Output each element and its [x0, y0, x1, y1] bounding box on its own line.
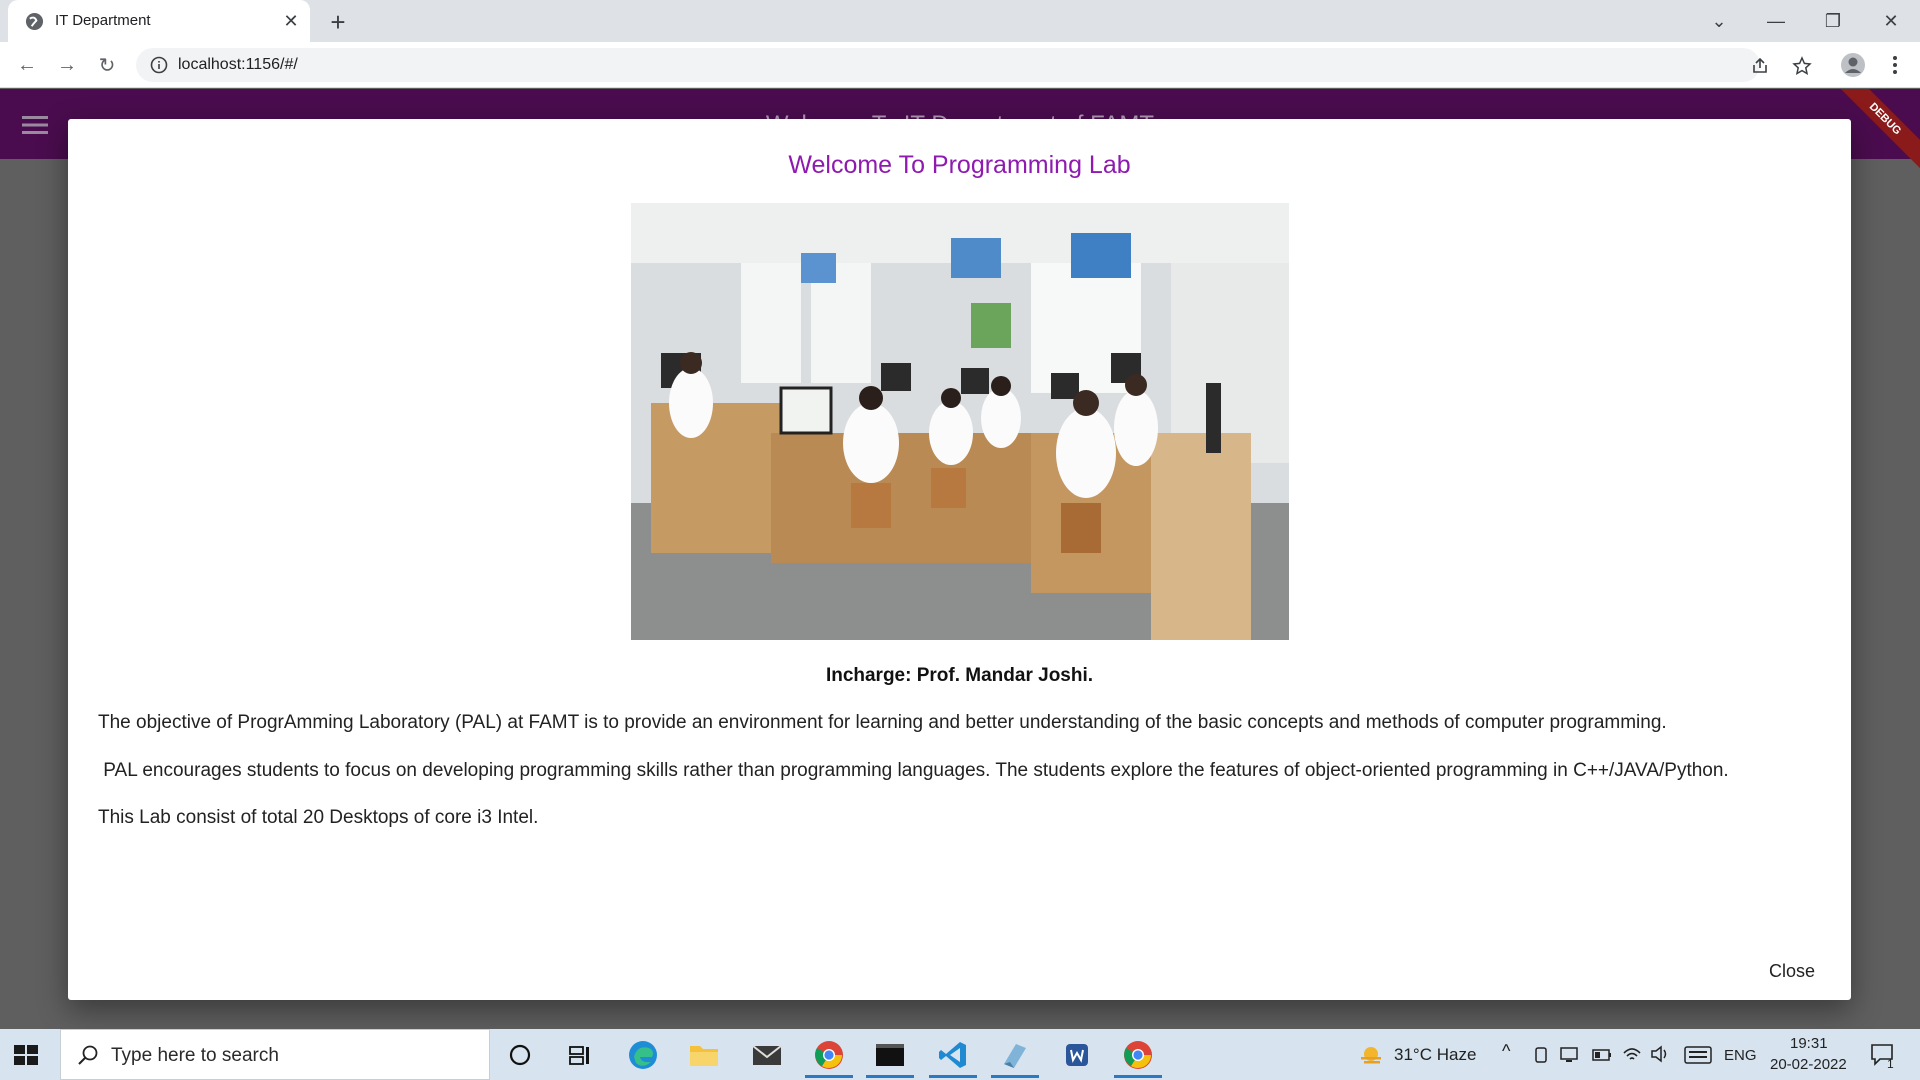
task-view-icon[interactable]: [552, 1032, 608, 1078]
running-indicator: [991, 1075, 1039, 1078]
display-icon[interactable]: [1560, 1046, 1578, 1064]
new-tab-button[interactable]: +: [324, 7, 352, 37]
chevron-up-icon[interactable]: ^: [1502, 1041, 1510, 1062]
address-bar[interactable]: localhost:1156/#/: [136, 48, 1767, 82]
battery-icon[interactable]: [1592, 1048, 1612, 1062]
running-indicator: [866, 1075, 914, 1078]
dialog-title: Welcome To Programming Lab: [788, 151, 1131, 179]
close-button[interactable]: Close: [1769, 961, 1815, 982]
running-indicator: [929, 1075, 977, 1078]
tab-close-icon[interactable]: ✕: [280, 10, 302, 32]
reload-button[interactable]: ↻: [92, 50, 122, 80]
windows-start-icon[interactable]: [12, 1041, 40, 1069]
taskbar-search-box[interactable]: Type here to search: [60, 1029, 490, 1080]
clock-date[interactable]: 20-02-2022: [1770, 1056, 1847, 1073]
forward-button[interactable]: →: [52, 50, 82, 80]
chrome-icon-active[interactable]: [1110, 1032, 1166, 1078]
share-icon[interactable]: [1750, 56, 1770, 76]
url-text: localhost:1156/#/: [178, 56, 298, 73]
browser-tabstrip: IT Department ✕ + ⌄ — ❐ ✕: [0, 0, 1920, 42]
language-indicator[interactable]: ENG: [1724, 1047, 1757, 1064]
page-viewport: Welcome To IT Department of FAMT DEBUG W…: [0, 89, 1920, 1029]
minimize-button[interactable]: —: [1761, 6, 1791, 36]
tab-search-icon[interactable]: ⌄: [1704, 6, 1734, 36]
incharge-text: Incharge: Prof. Mandar Joshi.: [825, 665, 1094, 686]
site-info-icon[interactable]: [150, 56, 168, 74]
back-button[interactable]: ←: [12, 50, 42, 80]
word-icon[interactable]: [1049, 1032, 1105, 1078]
wifi-icon[interactable]: [1622, 1044, 1642, 1064]
description-paragraph: PAL encourages students to focus on deve…: [98, 760, 1729, 781]
globe-icon: [25, 12, 44, 31]
usb-device-icon[interactable]: [1534, 1046, 1548, 1064]
browser-toolbar: ← → ↻ localhost:1156/#/: [0, 42, 1920, 88]
edge-browser-icon[interactable]: [615, 1032, 671, 1078]
notification-count-badge: 1: [1887, 1057, 1894, 1071]
browser-tab[interactable]: IT Department ✕: [8, 0, 310, 42]
weather-text[interactable]: 31°C Haze: [1394, 1045, 1476, 1065]
window-close-button[interactable]: ✕: [1876, 6, 1906, 36]
running-indicator: [805, 1075, 853, 1078]
search-placeholder: Type here to search: [111, 1045, 279, 1066]
terminal-icon[interactable]: [862, 1032, 918, 1078]
file-explorer-icon[interactable]: [676, 1032, 732, 1078]
search-icon: [78, 1045, 98, 1065]
bookmark-star-icon[interactable]: [1792, 56, 1812, 76]
description-paragraph: This Lab consist of total 20 Desktops of…: [98, 807, 539, 828]
tab-title: IT Department: [55, 12, 151, 29]
clock-time[interactable]: 19:31: [1790, 1035, 1828, 1052]
running-indicator: [1114, 1075, 1162, 1078]
weather-haze-icon[interactable]: [1358, 1044, 1384, 1066]
lab-photo: [631, 203, 1289, 640]
lab-photo-illustration: [631, 203, 1289, 640]
cortana-icon[interactable]: [492, 1032, 548, 1078]
android-studio-icon[interactable]: [987, 1032, 1043, 1078]
mail-icon[interactable]: [739, 1032, 795, 1078]
lab-dialog: Welcome To Programming Lab Incharge: Pro…: [68, 119, 1851, 1000]
vscode-icon[interactable]: [925, 1032, 981, 1078]
chrome-icon[interactable]: [801, 1032, 857, 1078]
restore-button[interactable]: ❐: [1818, 6, 1848, 36]
more-menu-icon[interactable]: [1880, 50, 1910, 80]
profile-icon: [1841, 53, 1865, 77]
keyboard-icon[interactable]: [1684, 1046, 1712, 1064]
windows-taskbar: Type here to search 31°C Haze ^ ENG 19:3…: [0, 1029, 1920, 1080]
description-paragraph: The objective of ProgrAmming Laboratory …: [98, 712, 1667, 733]
volume-icon[interactable]: [1650, 1044, 1670, 1064]
profile-avatar[interactable]: [1838, 50, 1868, 80]
